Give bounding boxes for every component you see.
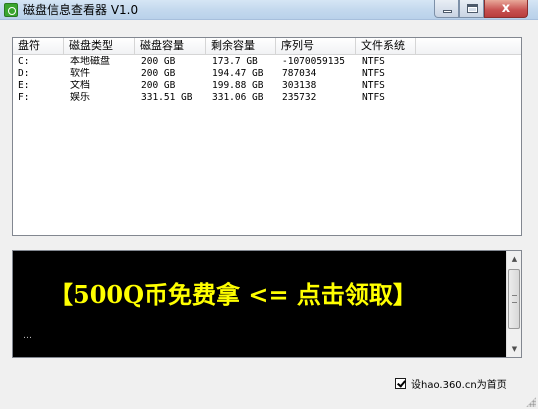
scroll-down-icon[interactable]: ▼ [507,341,522,357]
cell-type: 文档 [70,80,90,91]
cell-free: 331.06 GB [212,92,264,103]
cell-serial: 303138 [282,80,317,91]
disk-list[interactable]: 盘符 磁盘类型 磁盘容量 剩余容量 序列号 文件系统 C: 本地磁盘 200 G… [12,37,522,236]
column-header-serial[interactable]: 序列号 [276,38,356,54]
title-bar[interactable]: 磁盘信息查看器 V1.0 x [0,0,538,20]
homepage-checkbox[interactable] [395,377,406,389]
cell-type: 娱乐 [70,92,90,103]
column-header-type[interactable]: 磁盘类型 [64,38,135,54]
scroll-thumb[interactable] [508,269,520,329]
list-row[interactable]: C: 本地磁盘 200 GB 173.7 GB -1070059135 NTFS [13,56,521,68]
cell-drive: C: [18,56,30,67]
column-header-drive[interactable]: 盘符 [13,38,64,54]
window-title: 磁盘信息查看器 V1.0 [23,3,139,17]
cell-filesystem: NTFS [362,56,385,67]
close-icon: x [501,1,511,16]
cell-drive: D: [18,68,30,79]
cell-filesystem: NTFS [362,80,385,91]
cell-serial: -1070059135 [282,56,345,67]
ad-ellipsis: … [23,331,32,341]
minimize-button[interactable] [434,0,459,18]
resize-grip-icon[interactable] [526,397,536,407]
ad-scrollbar[interactable]: ▲ ▼ [506,251,521,357]
column-header-free[interactable]: 剩余容量 [206,38,276,54]
cell-capacity: 200 GB [141,68,176,79]
cell-drive: E: [18,80,30,91]
maximize-icon [467,4,478,13]
ad-panel: 【500Q币免费拿 <= 点击领取】 … ▲ ▼ [12,250,522,358]
cell-filesystem: NTFS [362,68,385,79]
close-button[interactable]: x [484,0,528,18]
list-row[interactable]: D: 软件 200 GB 194.47 GB 787034 NTFS [13,68,521,80]
cell-capacity: 200 GB [141,80,176,91]
app-icon [4,3,18,17]
ad-link[interactable]: 【500Q币免费拿 <= 点击领取】 [49,279,499,311]
cell-free: 173.7 GB [212,56,258,67]
list-row[interactable]: E: 文档 200 GB 199.88 GB 303138 NTFS [13,80,521,92]
cell-drive: F: [18,92,30,103]
cell-free: 194.47 GB [212,68,264,79]
homepage-option[interactable]: 设hao.360.cn为首页 [395,376,525,391]
cell-type: 本地磁盘 [70,56,110,67]
cell-filesystem: NTFS [362,92,385,103]
list-header: 盘符 磁盘类型 磁盘容量 剩余容量 序列号 文件系统 [13,38,521,55]
column-header-capacity[interactable]: 磁盘容量 [135,38,206,54]
cell-capacity: 331.51 GB [141,92,193,103]
cell-serial: 235732 [282,92,317,103]
cell-serial: 787034 [282,68,317,79]
maximize-button[interactable] [459,0,484,18]
column-header-filesystem[interactable]: 文件系统 [356,38,416,54]
cell-free: 199.88 GB [212,80,264,91]
homepage-label[interactable]: 设hao.360.cn为首页 [411,376,507,391]
scroll-up-icon[interactable]: ▲ [507,251,522,267]
cell-capacity: 200 GB [141,56,176,67]
cell-type: 软件 [70,68,90,79]
minimize-icon [443,10,452,13]
ad-content[interactable]: 【500Q币免费拿 <= 点击领取】 … [13,251,506,357]
list-row[interactable]: F: 娱乐 331.51 GB 331.06 GB 235732 NTFS [13,92,521,104]
